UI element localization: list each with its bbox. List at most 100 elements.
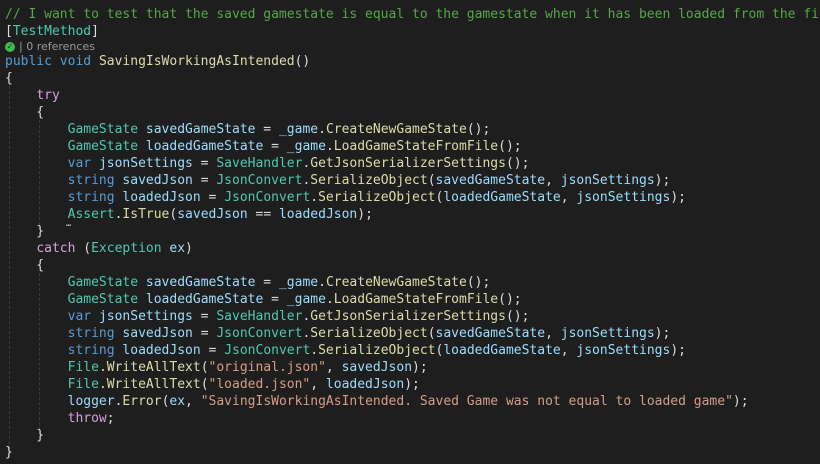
code-token: ex [169,394,186,409]
code-token: JsonConvert [216,173,303,188]
code-token: catch [36,241,76,256]
code-token: ); [404,377,420,392]
code-token: = [255,122,279,137]
code-token: } [5,445,13,460]
code-line[interactable]: public void SavingIsWorkingAsIntended() [5,53,310,70]
code-token: string [67,343,115,358]
code-line[interactable]: string loadedJson = JsonConvert.Serializ… [5,189,686,206]
code-line[interactable]: GameState savedGameState = _game.CreateN… [5,121,491,138]
references-count[interactable]: | 0 references [19,40,95,54]
code-token: , [185,394,201,409]
code-line[interactable]: try [5,87,59,104]
code-token: jsonSettings [576,190,671,205]
code-token: , [560,190,577,205]
code-token: savedGameState [145,275,256,290]
code-token: JsonConvert [224,343,311,358]
code-token: jsonSettings [560,326,655,341]
code-token: SerializeObject [318,190,436,205]
code-token: . [318,122,326,137]
code-token: ); [670,190,686,205]
code-token: Exception [91,241,162,256]
code-token: = [255,275,279,290]
code-token: ; [106,411,115,426]
code-token: savedGameState [435,173,546,188]
code-token: _game [286,139,326,154]
code-token: WriteAllText [106,377,201,392]
code-line[interactable]: File.WriteAllText("loaded.json", loadedJ… [5,376,420,393]
code-line[interactable]: // I want to test that the saved gamesta… [5,6,820,23]
code-token: (); [466,122,491,137]
code-line[interactable]: throw; [5,410,115,427]
code-token: _game [286,292,326,307]
code-token: , [310,377,326,392]
code-token: SerializeObject [318,343,436,358]
code-line[interactable]: { [5,257,44,274]
code-line[interactable]: GameState loadedGameState = _game.LoadGa… [5,138,522,155]
code-line[interactable]: } [5,427,44,444]
code-token: { [5,258,45,273]
code-token: savedGameState [435,326,546,341]
code-line[interactable]: string savedJson = JsonConvert.Serialize… [5,172,671,189]
code-token: ); [654,326,671,341]
code-token: == [247,207,279,222]
code-line[interactable]: var jsonSettings = SaveHandler.GetJsonSe… [5,155,530,172]
code-line[interactable]: catch (Exception ex) [5,240,193,257]
code-token: . [310,190,319,205]
code-token: = [263,292,287,307]
code-token: IsTrue [122,207,170,222]
code-token: ] [91,24,99,39]
code-token: ); [412,360,428,375]
code-editor[interactable]: ✓ | 0 references ⋯ // I want to test tha… [0,0,820,464]
code-token: , [545,173,561,188]
code-token: = [200,343,225,358]
code-token: , [560,343,577,358]
code-line[interactable]: string loadedJson = JsonConvert.Serializ… [5,342,686,359]
code-token: SerializeObject [310,173,428,188]
code-line[interactable]: { [5,70,13,87]
code-token: void [59,54,92,69]
code-token: jsonSettings [560,173,655,188]
code-token: jsonSettings [98,156,193,171]
code-line[interactable]: Assert.IsTrue(savedJson == loadedJson); [5,206,373,223]
code-line[interactable]: { [5,104,44,121]
code-token: . [98,360,107,375]
code-token: LoadGameStateFromFile [333,139,499,154]
code-token: { [5,105,45,120]
code-token: = [263,139,287,154]
code-token: (); [498,292,522,307]
code-token: loadedGameState [443,190,561,205]
code-token: savedJson [122,326,193,341]
code-line[interactable]: [TestMethod] [5,23,99,40]
code-token: loadedGameState [443,343,561,358]
code-token: logger [67,394,115,409]
code-line[interactable]: logger.Error(ex, "SavingIsWorkingAsInten… [5,393,749,410]
code-token: savedJson [177,207,248,222]
code-token: GameState [67,122,139,137]
code-line[interactable]: var jsonSettings = SaveHandler.GetJsonSe… [5,308,530,325]
code-token: { [5,71,13,86]
code-token: GetJsonSerializerSettings [310,309,506,324]
code-token: string [67,173,115,188]
code-line[interactable]: GameState savedGameState = _game.CreateN… [5,274,491,291]
code-line[interactable]: } [5,223,44,240]
codelens-references[interactable]: ✓ | 0 references [5,40,95,54]
code-line[interactable]: string savedJson = JsonConvert.Serialize… [5,325,671,342]
code-token: throw [67,411,107,426]
code-line[interactable]: File.WriteAllText("original.json", saved… [5,359,428,376]
code-token: string [67,326,115,341]
code-token: "original.json" [208,360,326,375]
code-line[interactable]: GameState loadedGameState = _game.LoadGa… [5,291,522,308]
code-line[interactable]: } [5,444,13,461]
code-token: ); [732,394,749,409]
